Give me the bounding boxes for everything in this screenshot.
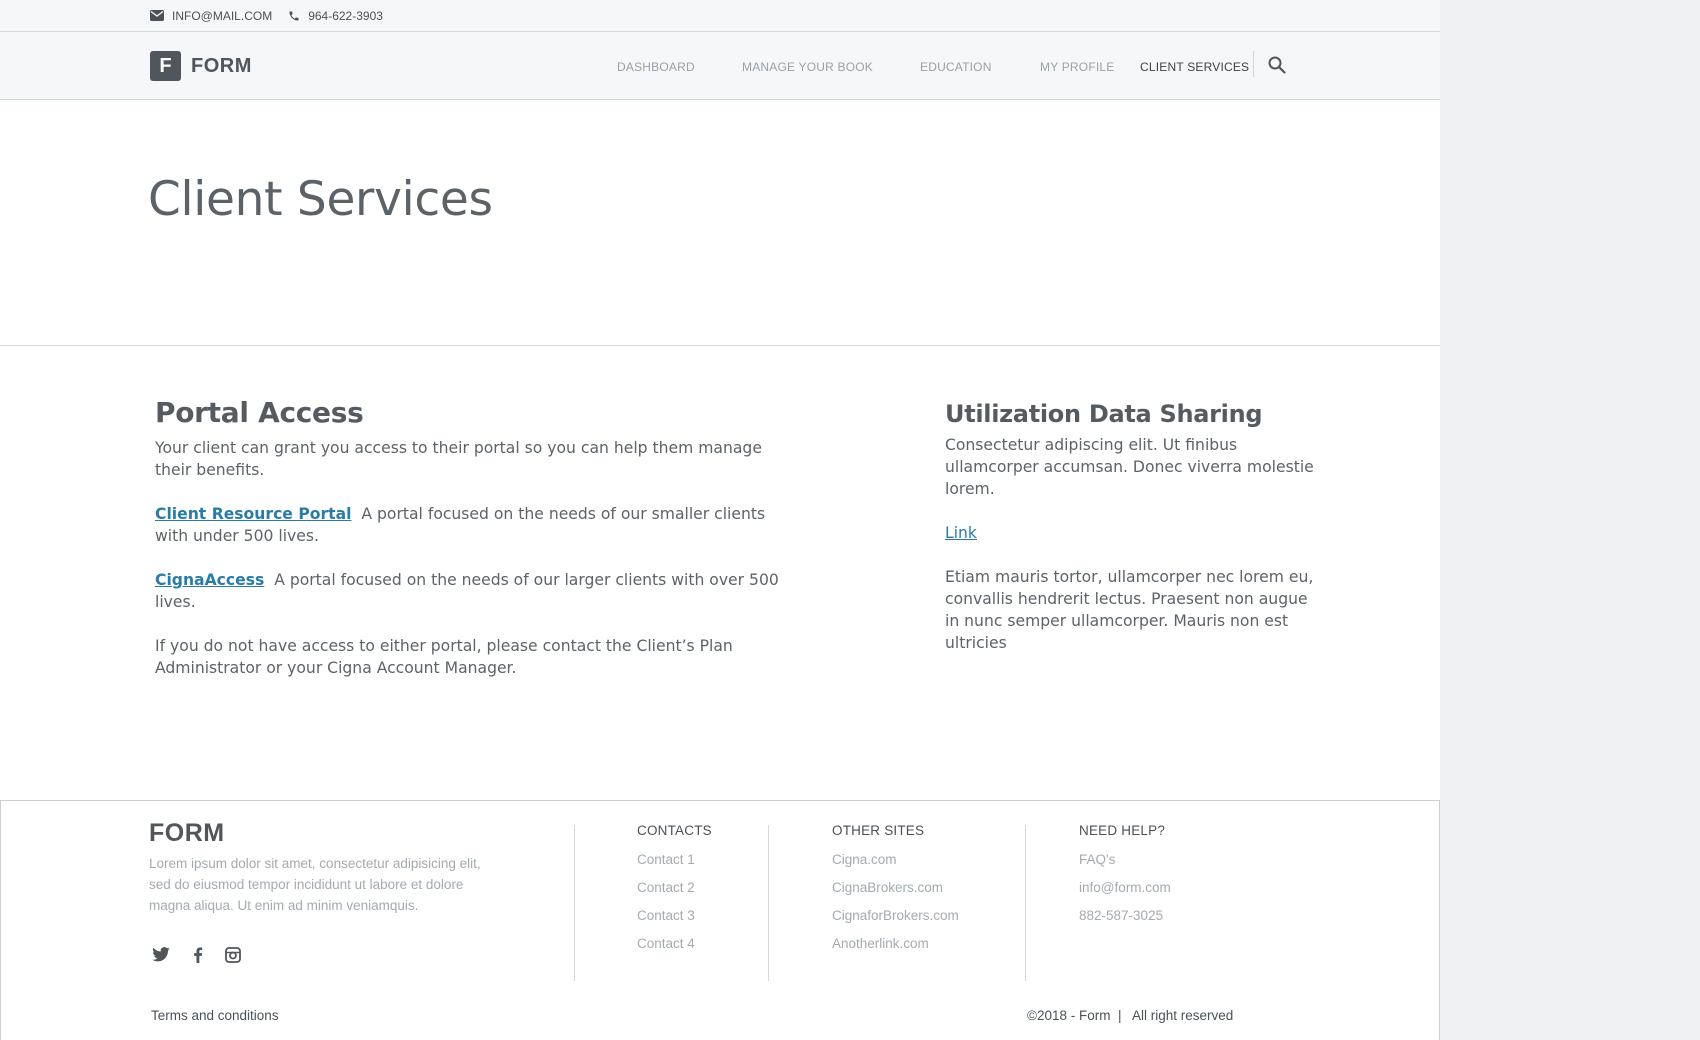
need-help-heading: NEED HELP? <box>1079 823 1166 838</box>
portal-access-item-1: Client Resource Portal A portal focused … <box>155 503 795 547</box>
utilization-paragraph-2: Etiam mauris tortor, ullamcorper nec lor… <box>945 568 1314 652</box>
footer-bottom-bar: Terms and conditions ©2018 - Form | All … <box>0 1001 1440 1040</box>
social-links <box>151 947 241 963</box>
outer-background <box>1440 0 1700 1040</box>
email-text: INFO@MAIL.COM <box>172 8 273 23</box>
footer-other-sites-column: OTHER SITES Cigna.com CignaBrokers.com C… <box>832 823 959 964</box>
nav-item-manage-your-book[interactable]: MANAGE YOUR BOOK <box>742 60 873 74</box>
facebook-icon[interactable] <box>193 947 203 963</box>
help-phone-link[interactable]: 882-587-3025 <box>1079 908 1171 923</box>
utilization-paragraph-1: Consectetur adipiscing elit. Ut finibus … <box>945 436 1314 498</box>
main-navbar: F FORM DASHBOARD MANAGE YOUR BOOK EDUCAT… <box>0 32 1440 100</box>
utilization-link[interactable]: Link <box>945 524 977 542</box>
nav-item-my-profile[interactable]: MY PROFILE <box>1040 60 1114 74</box>
help-email-link[interactable]: info@form.com <box>1079 880 1171 895</box>
hero-divider <box>0 345 1440 346</box>
other-site-link[interactable]: Anotherlink.com <box>832 936 959 951</box>
footer-need-help-column: NEED HELP? FAQ's info@form.com 882-587-3… <box>1079 823 1171 936</box>
nav-item-education[interactable]: EDUCATION <box>920 60 992 74</box>
footer-contacts-column: CONTACTS Contact 1 Contact 2 Contact 3 C… <box>637 823 712 964</box>
footer-description: Lorem ipsum dolor sit amet, consectetur … <box>149 856 481 913</box>
other-site-link[interactable]: CignaBrokers.com <box>832 880 959 895</box>
footer-logo[interactable]: FORM <box>149 819 225 848</box>
footer-divider <box>768 825 769 981</box>
phone-text: 964-622-3903 <box>308 8 383 23</box>
other-sites-heading: OTHER SITES <box>832 823 925 838</box>
faq-link[interactable]: FAQ's <box>1079 852 1171 867</box>
utilization-title: Utilization Data Sharing <box>945 400 1263 428</box>
email-contact[interactable]: INFO@MAIL.COM <box>150 9 272 23</box>
portal-access-item-2: CignaAccess A portal focused on the need… <box>155 569 795 613</box>
contacts-heading: CONTACTS <box>637 823 712 838</box>
contact-topbar: INFO@MAIL.COM 964-622-3903 <box>0 0 1440 32</box>
portal-access-intro: Your client can grant you access to thei… <box>155 439 762 479</box>
mail-icon <box>150 10 164 21</box>
footer-divider <box>574 825 575 981</box>
site-footer: FORM Lorem ipsum dolor sit amet, consect… <box>0 800 1440 1002</box>
phone-icon <box>289 11 299 20</box>
page-title: Client Services <box>148 172 493 227</box>
portal-access-title: Portal Access <box>155 396 364 429</box>
nav-divider <box>1253 51 1254 77</box>
other-site-link[interactable]: CignaforBrokers.com <box>832 908 959 923</box>
contact-link[interactable]: Contact 3 <box>637 908 712 923</box>
contact-link[interactable]: Contact 2 <box>637 880 712 895</box>
copyright-text: ©2018 - Form | All right reserved <box>1027 1008 1234 1023</box>
logo-text: FORM <box>191 54 252 77</box>
phone-contact[interactable]: 964-622-3903 <box>288 9 383 23</box>
contact-link[interactable]: Contact 1 <box>637 852 712 867</box>
utilization-link-row: Link <box>945 522 1325 544</box>
nav-item-client-services[interactable]: CLIENT SERVICES <box>1140 60 1249 74</box>
cigna-access-link[interactable]: CignaAccess <box>155 571 264 589</box>
page: INFO@MAIL.COM 964-622-3903 F FORM DASHBO… <box>0 0 1440 1040</box>
other-site-link[interactable]: Cigna.com <box>832 852 959 867</box>
search-icon[interactable] <box>1268 56 1286 74</box>
client-resource-portal-link[interactable]: Client Resource Portal <box>155 505 351 523</box>
nav-item-dashboard[interactable]: DASHBOARD <box>617 60 695 74</box>
portal-access-section: Portal Access Your client can grant you … <box>155 396 795 701</box>
terms-link[interactable]: Terms and conditions <box>151 1008 279 1023</box>
footer-divider <box>1025 825 1026 981</box>
utilization-section: Utilization Data Sharing Consectetur adi… <box>945 400 1325 676</box>
instagram-icon[interactable] <box>225 947 241 963</box>
brand-logo[interactable]: F FORM <box>150 51 252 81</box>
contact-link[interactable]: Contact 4 <box>637 936 712 951</box>
portal-access-outro: If you do not have access to either port… <box>155 637 733 677</box>
twitter-icon[interactable] <box>151 947 171 963</box>
logo-mark: F <box>150 51 181 81</box>
